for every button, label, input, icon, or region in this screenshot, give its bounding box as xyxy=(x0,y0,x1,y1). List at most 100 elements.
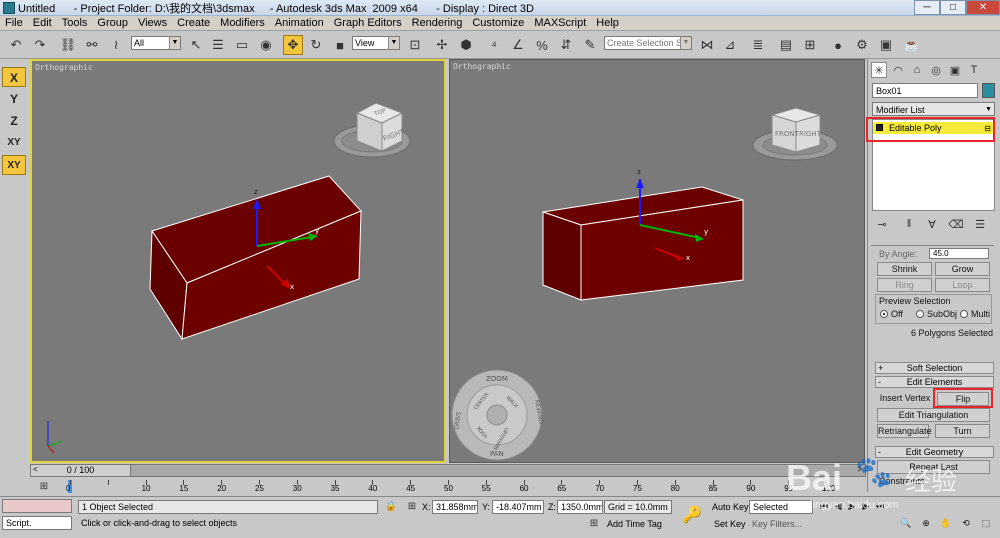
menu-create[interactable]: Create xyxy=(172,16,215,31)
undo-icon[interactable]: ↶ xyxy=(6,35,26,55)
next-frame-icon[interactable]: ▶ xyxy=(860,500,872,512)
menu-help[interactable]: Help xyxy=(591,16,624,31)
grow-button[interactable]: Grow xyxy=(935,262,990,276)
maximize-button[interactable]: □ xyxy=(940,0,966,15)
orbit-icon[interactable]: ⟲ xyxy=(960,517,972,529)
menu-tools[interactable]: Tools xyxy=(57,16,93,31)
edit-named-selection-icon[interactable]: ✎ xyxy=(580,35,600,55)
zoom-all-icon[interactable]: ⊕ xyxy=(920,517,932,529)
utilities-tab-icon[interactable]: T xyxy=(966,62,982,78)
repeat-last-button[interactable]: Repeat Last xyxy=(877,460,990,474)
menu-group[interactable]: Group xyxy=(92,16,133,31)
axis-z-button[interactable]: Z xyxy=(2,111,26,131)
auto-key-button[interactable]: Auto Key xyxy=(712,500,749,514)
select-link-icon[interactable]: ⛓ xyxy=(58,35,78,55)
bind-space-warp-icon[interactable]: ≀ xyxy=(106,35,126,55)
menu-animation[interactable]: Animation xyxy=(270,16,329,31)
viewcube-front-face[interactable]: FRONT xyxy=(775,130,800,138)
absolute-transform-icon[interactable]: ⊞ xyxy=(404,499,420,513)
create-tab-icon[interactable]: ✳ xyxy=(871,62,887,78)
by-angle-value[interactable]: 45.0 xyxy=(929,248,989,259)
viewport-left[interactable]: Orthographic TOP RIGHT z y x xyxy=(30,59,446,463)
x-coordinate-field[interactable]: 31.858mm xyxy=(432,500,478,514)
axis-xy-plane-button[interactable]: XY xyxy=(2,155,26,175)
key-icon[interactable]: 🔑 xyxy=(680,505,704,525)
edit-geometry-rollout[interactable]: - Edit Geometry xyxy=(875,446,994,458)
axis-xy-button[interactable]: XY xyxy=(2,133,26,153)
menu-file[interactable]: File xyxy=(0,16,28,31)
time-slider-track[interactable]: 0 / 100 < > xyxy=(30,464,866,477)
menu-customize[interactable]: Customize xyxy=(467,16,529,31)
minimize-button[interactable]: ─ xyxy=(914,0,940,15)
motion-tab-icon[interactable]: ◎ xyxy=(928,62,944,78)
go-to-end-icon[interactable]: ⏭ xyxy=(874,500,886,512)
shrink-button[interactable]: Shrink xyxy=(877,262,932,276)
snaps-toggle-icon[interactable]: ⁴ xyxy=(484,35,504,55)
axis-x-button[interactable]: X xyxy=(2,67,26,87)
object-color-swatch[interactable] xyxy=(982,83,995,98)
zoom-icon[interactable]: 🔍 xyxy=(900,517,912,529)
key-filters-button[interactable]: Key Filters... xyxy=(752,517,802,531)
viewcube-right-face[interactable]: RIGHT xyxy=(799,130,822,138)
wheel-pan[interactable]: PAN xyxy=(490,450,504,458)
select-object-icon[interactable]: ↖ xyxy=(186,35,206,55)
layer-manager-icon[interactable]: ≣ xyxy=(748,35,768,55)
pan-icon[interactable]: ✋ xyxy=(940,517,952,529)
modify-tab-icon[interactable]: ◠ xyxy=(890,62,906,78)
time-slider[interactable]: 0 / 100 xyxy=(31,465,131,476)
preview-subobj-radio[interactable] xyxy=(916,310,924,318)
add-time-tag[interactable]: Add Time Tag xyxy=(607,517,662,531)
modifier-list-dropdown[interactable]: Modifier List ▼ xyxy=(872,102,995,116)
key-filter-dropdown[interactable]: Selected xyxy=(749,500,813,514)
select-and-scale-icon[interactable]: ■ xyxy=(330,35,350,55)
box-object[interactable] xyxy=(542,186,744,301)
ring-button[interactable]: Ring xyxy=(877,278,932,292)
preview-multi-radio[interactable] xyxy=(960,310,968,318)
viewcube[interactable]: FRONT RIGHT xyxy=(752,107,838,161)
align-icon[interactable]: ⊿ xyxy=(720,35,740,55)
select-manipulate-icon[interactable]: ✢ xyxy=(432,35,452,55)
menu-maxscript[interactable]: MAXScript xyxy=(529,16,591,31)
configure-modifier-sets-icon[interactable]: ☰ xyxy=(972,216,988,232)
menu-graph-editors[interactable]: Graph Editors xyxy=(329,16,407,31)
maxscript-listener[interactable]: Script. xyxy=(2,516,72,530)
play-icon[interactable]: ▶ xyxy=(846,500,858,512)
insert-vertex-button[interactable]: Insert Vertex xyxy=(877,392,933,406)
redo-icon[interactable]: ↷ xyxy=(30,35,50,55)
rendered-frame-window-icon[interactable]: ▣ xyxy=(876,35,896,55)
track-bar[interactable]: ⊞ 0 10 15 20 25 30 35 40 45 50 55 60 65 70 75 80 85 90 95 1… xyxy=(0,478,866,496)
pin-stack-icon[interactable]: ⊸ xyxy=(874,216,890,232)
next-frame-icon[interactable]: > xyxy=(857,465,862,474)
previous-frame-icon[interactable]: ◀ xyxy=(832,500,844,512)
percent-snap-icon[interactable]: % xyxy=(532,35,552,55)
box-object[interactable] xyxy=(149,175,362,341)
pivot-center-icon[interactable]: ⊡ xyxy=(405,35,425,55)
object-name-field[interactable]: Box01 xyxy=(872,83,978,98)
remove-modifier-icon[interactable]: ⌫ xyxy=(948,216,964,232)
turn-button[interactable]: Turn xyxy=(935,424,990,438)
soft-selection-rollout[interactable]: + Soft Selection xyxy=(875,362,994,374)
maximize-viewport-icon[interactable]: ⬚ xyxy=(980,517,992,529)
make-unique-icon[interactable]: ∀ xyxy=(924,216,940,232)
menu-modifiers[interactable]: Modifiers xyxy=(215,16,270,31)
menu-edit[interactable]: Edit xyxy=(28,16,57,31)
display-tab-icon[interactable]: ▣ xyxy=(947,62,963,78)
edit-elements-rollout[interactable]: - Edit Elements xyxy=(875,376,994,388)
loop-button[interactable]: Loop xyxy=(935,278,990,292)
mini-curve-editor-icon[interactable]: ⊞ xyxy=(36,479,52,493)
quick-render-icon[interactable]: ☕ xyxy=(902,35,922,55)
angle-snap-icon[interactable]: ∠ xyxy=(508,35,528,55)
prev-frame-icon[interactable]: < xyxy=(33,465,38,474)
menu-rendering[interactable]: Rendering xyxy=(407,16,468,31)
mirror-icon[interactable]: ⋈ xyxy=(697,35,717,55)
close-button[interactable]: ✕ xyxy=(966,0,1000,15)
render-setup-icon[interactable]: ⚙ xyxy=(852,35,872,55)
viewcube[interactable]: TOP RIGHT xyxy=(333,102,411,158)
unlink-icon[interactable]: ⚯ xyxy=(82,35,102,55)
set-key-button[interactable]: Set Key xyxy=(714,517,746,531)
schematic-view-icon[interactable]: ⊞ xyxy=(800,35,820,55)
preview-off-radio[interactable] xyxy=(880,310,888,318)
select-and-move-icon[interactable]: ✥ xyxy=(283,35,303,55)
curve-editor-icon[interactable]: ▤ xyxy=(776,35,796,55)
spinner-snap-icon[interactable]: ⇵ xyxy=(556,35,576,55)
